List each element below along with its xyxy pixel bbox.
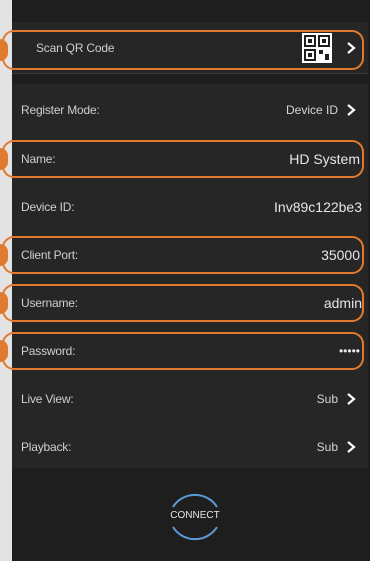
connect-label[interactable]: CONNECT	[163, 510, 227, 521]
username-label: Username:	[21, 295, 78, 310]
register-mode-label: Register Mode:	[21, 102, 100, 117]
client-port-row[interactable]: Client Port: 35000	[12, 229, 368, 281]
device-id-field[interactable]: Inv89c122be3	[274, 199, 362, 215]
name-label: Name:	[21, 151, 56, 166]
username-field[interactable]: admin	[324, 295, 362, 311]
scan-qr-row[interactable]: Scan QR Code	[12, 22, 368, 74]
live-view-row[interactable]: Live View: Sub	[12, 373, 368, 425]
name-field[interactable]: HD System	[289, 151, 360, 167]
playback-label: Playback:	[21, 439, 72, 454]
password-label: Password:	[21, 343, 76, 358]
live-view-label: Live View:	[21, 391, 74, 406]
scan-qr-label: Scan QR Code	[36, 40, 115, 55]
left-edge	[0, 0, 12, 561]
chevron-right-icon	[347, 392, 356, 405]
client-port-field[interactable]: 35000	[321, 247, 360, 263]
playback-row[interactable]: Playback: Sub	[12, 421, 368, 473]
qr-code-icon	[302, 32, 332, 63]
username-row[interactable]: Username: admin	[12, 277, 368, 329]
password-field[interactable]: •••••	[339, 344, 360, 358]
register-mode-row[interactable]: Register Mode: Device ID	[12, 84, 368, 136]
password-row[interactable]: Password: •••••	[12, 325, 368, 377]
chevron-right-icon	[347, 440, 356, 453]
chevron-right-icon	[347, 41, 356, 54]
client-port-label: Client Port:	[21, 247, 78, 262]
live-view-value: Sub	[316, 391, 338, 406]
register-mode-value: Device ID	[285, 102, 338, 117]
name-row[interactable]: Name: HD System	[12, 133, 368, 185]
chevron-right-icon	[347, 103, 356, 116]
playback-value: Sub	[316, 439, 338, 454]
device-id-row[interactable]: Device ID: Inv89c122be3	[12, 181, 368, 233]
device-id-label: Device ID:	[21, 199, 75, 214]
